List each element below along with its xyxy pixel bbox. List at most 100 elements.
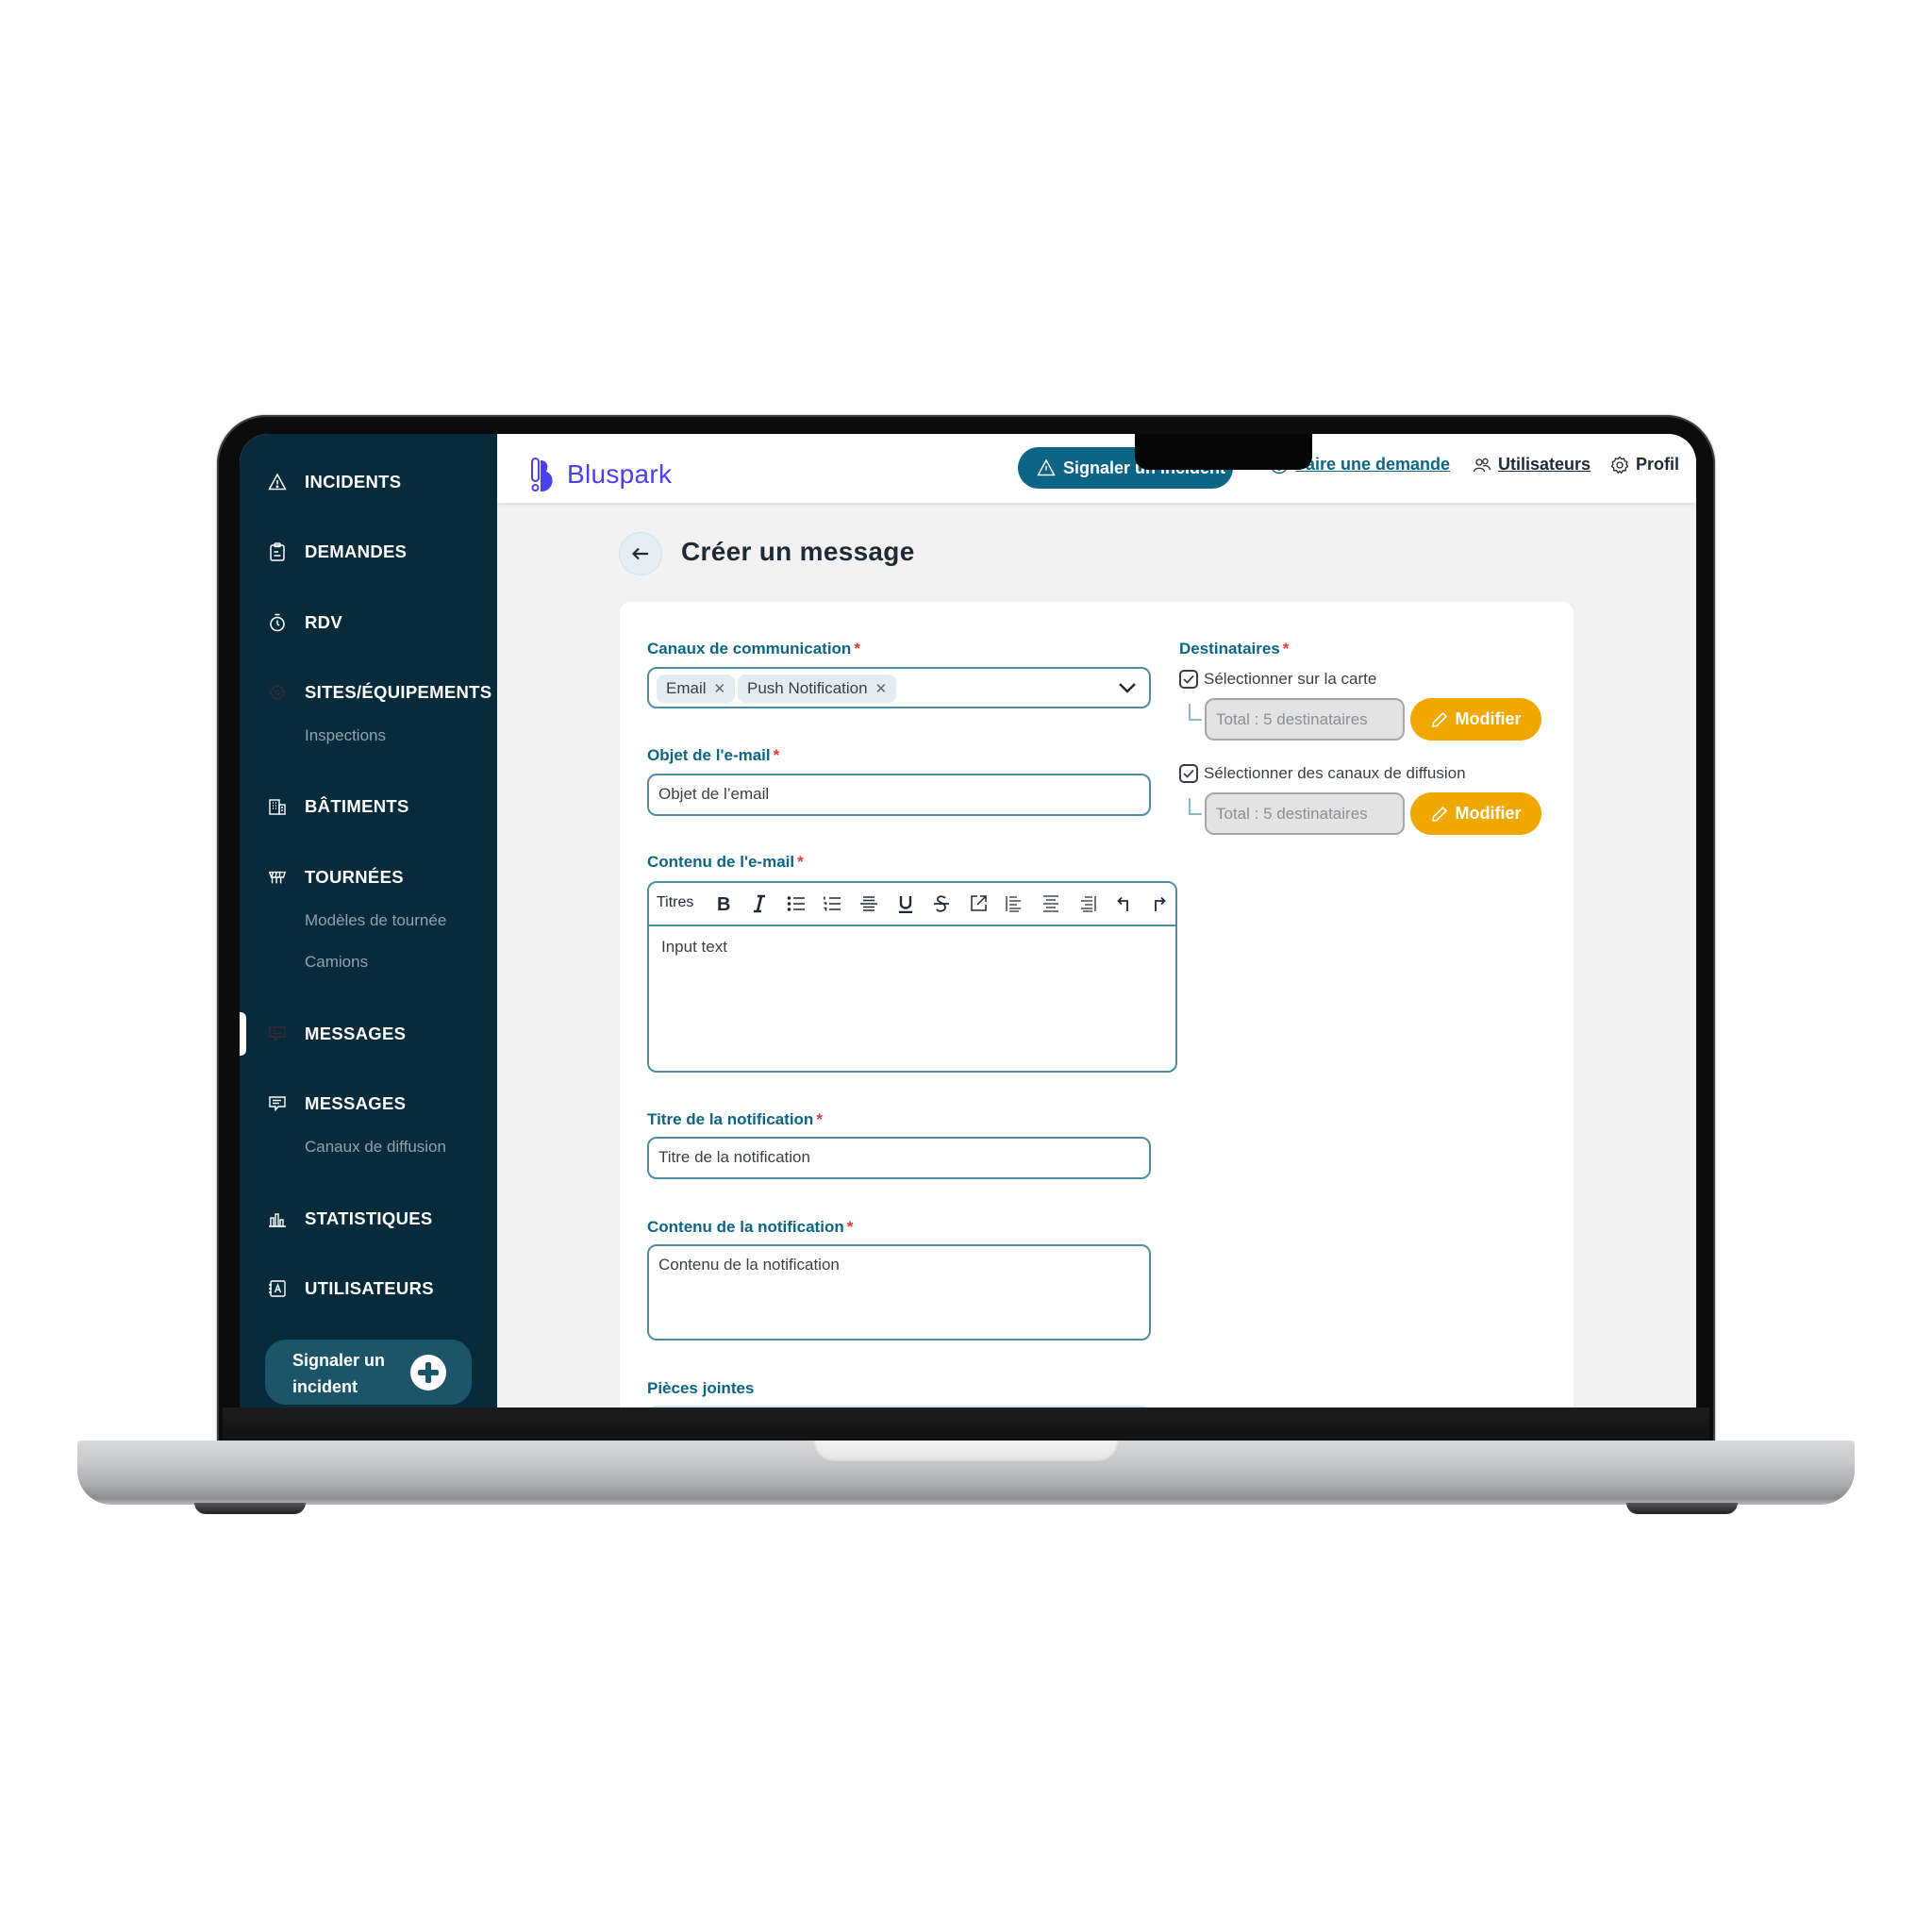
sidebar-item-demandes[interactable]: DEMANDES xyxy=(240,533,497,571)
notification-title-placeholder: Titre de la notification xyxy=(658,1148,810,1166)
notification-content-textarea[interactable]: Contenu de la notification xyxy=(647,1244,1151,1341)
channels-multiselect[interactable]: Email ✕ Push Notification ✕ xyxy=(647,667,1151,708)
sidebar-item-messages-active[interactable]: MESSAGES xyxy=(240,1015,497,1053)
make-request-label: Faire une demande xyxy=(1295,455,1451,474)
sidebar-subitem-canaux-de-diffusion[interactable]: Canaux de diffusion xyxy=(305,1138,446,1157)
users-icon xyxy=(1473,458,1491,472)
notification-content-placeholder: Contenu de la notification xyxy=(658,1256,840,1274)
required-marker: * xyxy=(854,640,860,658)
align-right-icon[interactable] xyxy=(1075,891,1100,916)
notification-title-input[interactable]: Titre de la notification xyxy=(647,1137,1151,1179)
page-title: Créer un message xyxy=(681,537,915,566)
required-marker: * xyxy=(1282,640,1290,658)
align-center-icon[interactable] xyxy=(1039,891,1063,916)
recipients-option-label: Sélectionner sur la carte xyxy=(1204,670,1377,688)
notification-content-label-text: Contenu de la notification xyxy=(647,1218,844,1236)
email-content-label: Contenu de l'e-mail * xyxy=(647,853,804,872)
checkbox-checked[interactable] xyxy=(1179,764,1198,783)
report-incident-label: Signaler un incident xyxy=(292,1351,386,1396)
route-icon xyxy=(268,868,287,887)
sidebar: INCIDENTS DEMANDES RDV SITES/ÉQUIPEMENTS… xyxy=(240,434,497,1407)
email-content-label-text: Contenu de l'e-mail xyxy=(647,853,795,871)
sidebar-subitem-inspections[interactable]: Inspections xyxy=(305,726,386,745)
email-subject-input[interactable]: Objet de l’email xyxy=(647,774,1151,816)
email-subject-placeholder: Objet de l’email xyxy=(658,785,770,803)
brand-name: Bluspark xyxy=(567,459,673,489)
sidebar-item-label: MESSAGES xyxy=(305,1024,407,1043)
top-bar: Bluspark Signaler un incident Faire une … xyxy=(497,434,1696,503)
required-marker: * xyxy=(797,853,804,871)
bullet-list-icon[interactable] xyxy=(784,891,808,916)
bar-chart-icon xyxy=(268,1209,287,1228)
strikethrough-icon[interactable] xyxy=(929,891,954,916)
sidebar-item-tournees[interactable]: TOURNÉES xyxy=(240,858,497,896)
link-icon[interactable] xyxy=(966,891,991,916)
check-icon xyxy=(1183,769,1194,778)
building-icon xyxy=(268,797,287,816)
sidebar-item-statistiques[interactable]: STATISTIQUES xyxy=(240,1200,497,1238)
sidebar-item-messages[interactable]: MESSAGES xyxy=(240,1085,497,1123)
email-subject-label-text: Objet de l'e-mail xyxy=(647,746,771,764)
users-link[interactable]: Utilisateurs xyxy=(1473,455,1591,475)
recipients-total-field: Total : 5 destinataires xyxy=(1205,792,1405,835)
recipients-option-channels[interactable]: Sélectionner des canaux de diffusion xyxy=(1179,764,1466,783)
recipients-label: Destinataires * xyxy=(1179,640,1289,658)
users-label: Utilisateurs xyxy=(1498,455,1591,474)
sidebar-item-utilisateurs[interactable]: UTILISATEURS xyxy=(240,1270,497,1307)
channels-label: Canaux de communication * xyxy=(647,640,860,658)
contact-card-icon xyxy=(268,1279,287,1298)
horizontal-rule-icon[interactable] xyxy=(857,891,881,916)
sidebar-item-label: UTILISATEURS xyxy=(305,1278,434,1298)
bluspark-logo-icon xyxy=(531,458,553,491)
chip-remove-icon[interactable]: ✕ xyxy=(875,680,888,697)
modify-button-label: Modifier xyxy=(1455,709,1522,728)
laptop-foot-right xyxy=(1626,1503,1738,1514)
sidebar-item-incidents[interactable]: INCIDENTS xyxy=(240,463,497,501)
required-marker: * xyxy=(816,1110,823,1128)
sidebar-item-sites-equipements[interactable]: SITES/ÉQUIPEMENTS xyxy=(240,674,497,711)
sidebar-item-batiments[interactable]: BÂTIMENTS xyxy=(240,788,497,825)
sidebar-subitem-modeles-de-tournee[interactable]: Modèles de tournée xyxy=(305,911,446,930)
arrow-left-icon xyxy=(632,547,648,560)
italic-icon[interactable] xyxy=(747,891,772,916)
sidebar-item-rdv[interactable]: RDV xyxy=(240,604,497,641)
modify-recipients-map-button[interactable]: Modifier xyxy=(1410,698,1541,741)
required-marker: * xyxy=(773,746,780,764)
sidebar-subitem-camions[interactable]: Camions xyxy=(305,953,368,972)
undo-icon[interactable] xyxy=(1111,891,1136,916)
email-content-editor[interactable]: Titres B Input text xyxy=(647,881,1177,1073)
attachments-dropzone[interactable] xyxy=(647,1406,1151,1407)
channels-label-text: Canaux de communication xyxy=(647,640,852,658)
svg-text:B: B xyxy=(717,894,730,913)
sidebar-item-label: INCIDENTS xyxy=(305,472,402,491)
numbered-list-icon[interactable] xyxy=(820,891,844,916)
channel-chip-push: Push Notification ✕ xyxy=(738,675,897,703)
bold-icon[interactable]: B xyxy=(711,891,736,916)
align-left-icon[interactable] xyxy=(1002,891,1026,916)
recipients-option-map[interactable]: Sélectionner sur la carte xyxy=(1179,670,1376,689)
notification-title-label-text: Titre de la notification xyxy=(647,1110,814,1128)
headings-dropdown[interactable]: Titres xyxy=(657,894,693,911)
email-subject-label: Objet de l'e-mail * xyxy=(647,746,779,765)
sidebar-item-label: DEMANDES xyxy=(305,541,408,561)
back-button[interactable] xyxy=(619,532,662,575)
modify-recipients-channels-button[interactable]: Modifier xyxy=(1410,792,1541,835)
chat-icon xyxy=(268,1024,287,1043)
indent-arrow-icon xyxy=(1189,798,1202,815)
indent-arrow-icon xyxy=(1189,704,1202,721)
sidebar-item-label: RDV xyxy=(305,612,342,632)
chip-label: Push Notification xyxy=(747,679,868,697)
sidebar-report-incident-button[interactable]: Signaler un incident xyxy=(265,1340,472,1405)
checkbox-checked[interactable] xyxy=(1179,670,1198,689)
underline-icon[interactable] xyxy=(893,891,918,916)
sidebar-item-label: BÂTIMENTS xyxy=(305,796,409,816)
profile-link[interactable]: Profil xyxy=(1610,455,1679,475)
redo-icon[interactable] xyxy=(1147,891,1172,916)
recipients-total-field: Total : 5 destinataires xyxy=(1205,698,1405,741)
chip-remove-icon[interactable]: ✕ xyxy=(714,680,726,697)
chevron-down-icon[interactable] xyxy=(1117,680,1138,695)
chip-label: Email xyxy=(666,679,707,697)
required-marker: * xyxy=(846,1218,854,1236)
sidebar-item-label: STATISTIQUES xyxy=(305,1208,433,1228)
message-form-card: Canaux de communication * Email ✕ Push No… xyxy=(620,602,1574,1407)
